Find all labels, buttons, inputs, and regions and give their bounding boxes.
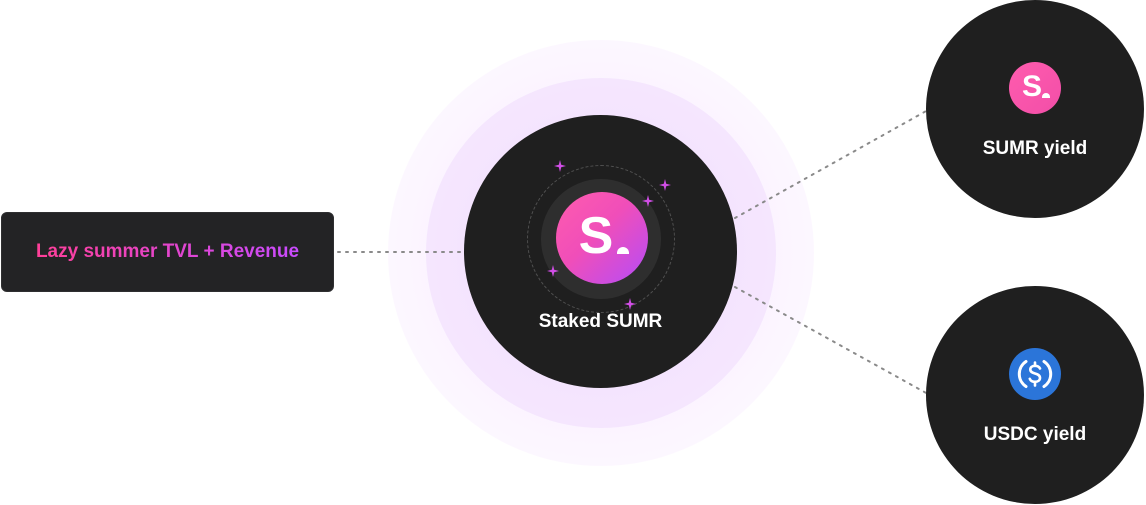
sparkle-icon [554,160,566,172]
sumr-yield-node: S SUMR yield [926,0,1144,218]
logo-letter: S [578,207,614,265]
sumr-logo-icon: S [1009,62,1061,114]
sumr-yield-label: SUMR yield [982,138,1088,159]
usdc-yield-node: USDC yield [926,286,1144,504]
sumr-logo-icon: S [556,192,648,284]
logo-dot [1042,93,1050,98]
usdc-logo-icon [1009,348,1061,400]
sparkle-icon [659,179,671,191]
logo-dot [617,247,629,254]
usdc-glyph [1017,360,1053,388]
logo-letter: S [1021,70,1042,103]
staked-sumr-label: Staked SUMR [538,311,663,332]
connector-center-usdc [734,286,929,395]
source-box: Lazy summer TVL + Revenue [1,212,334,292]
connector-center-sumr [734,109,929,219]
source-label: Lazy summer TVL + Revenue [35,241,300,262]
usdc-yield-label: USDC yield [983,424,1087,445]
sparkle-icon [642,195,654,207]
sparkle-icon [547,265,559,277]
sparkle-icon [624,298,636,310]
